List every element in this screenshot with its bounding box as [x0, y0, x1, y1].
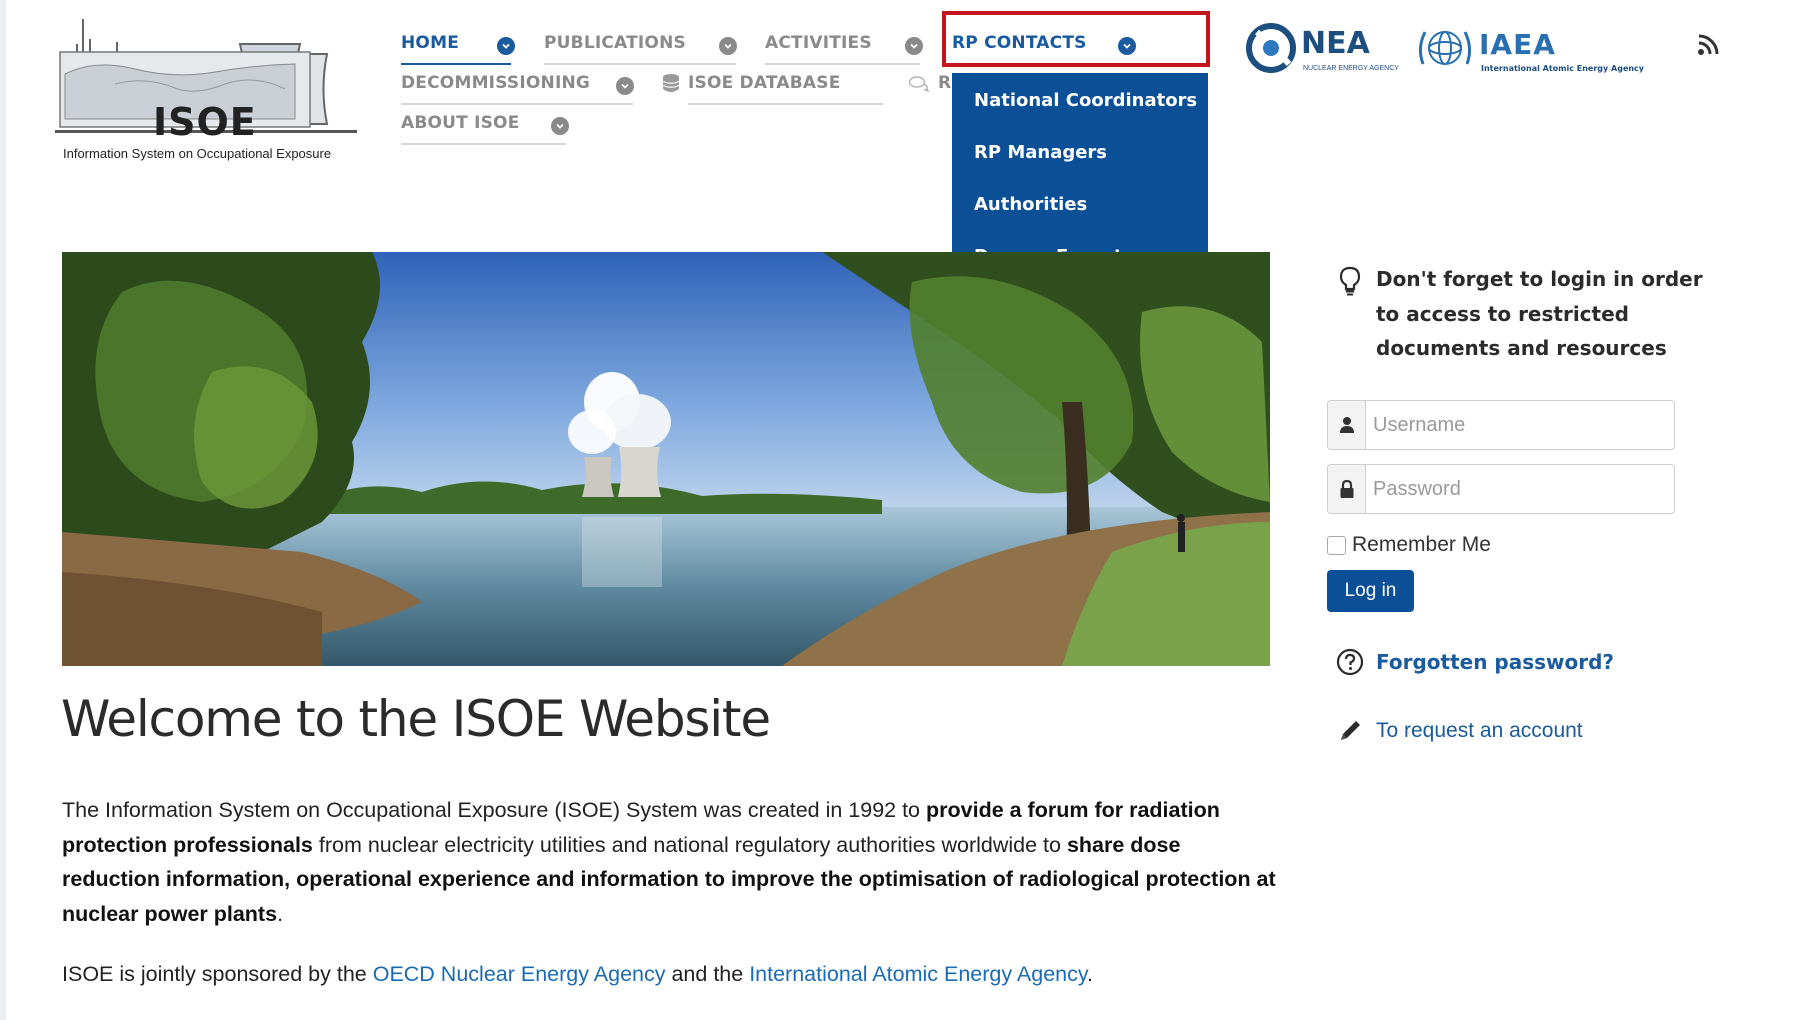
iaea-link[interactable]: International Atomic Energy Agency: [749, 962, 1087, 986]
intro-text-2: from nuclear electricity utilities and n…: [312, 832, 1067, 857]
lock-icon: [1328, 465, 1366, 513]
nav-activities[interactable]: ACTIVITIES: [765, 33, 920, 65]
nav-home[interactable]: HOME: [401, 33, 511, 65]
username-input[interactable]: [1373, 409, 1663, 441]
nav-home-underline: [401, 63, 511, 65]
hero-image: [62, 252, 1270, 666]
logo-caption: Information System on Occupational Expos…: [63, 146, 332, 161]
username-field[interactable]: [1327, 400, 1675, 450]
iaea-logo-icon: [1418, 31, 1472, 65]
remember-me-checkbox[interactable]: [1327, 535, 1346, 555]
dropdown-item-rp-managers[interactable]: RP Managers: [974, 142, 1107, 163]
nav-home-label: HOME: [401, 33, 460, 53]
nav-activities-label: ACTIVITIES: [765, 33, 872, 53]
iaea-name: IAEA: [1479, 28, 1556, 61]
nav-isoe-database-label: ISOE DATABASE: [688, 73, 841, 93]
page-left-edge: [0, 0, 6, 1020]
login-reminder: Don't forget to login in order to access…: [1376, 267, 1703, 360]
chevron-down-icon[interactable]: [719, 37, 737, 55]
password-field[interactable]: [1327, 464, 1675, 514]
intro-text-1: The Information System on Occupational E…: [62, 798, 926, 822]
highlight-box: [942, 11, 1210, 67]
nav-partial-item-label: R: [938, 73, 952, 93]
chevron-down-icon[interactable]: [905, 37, 923, 55]
nea-logo[interactable]: NEA NUCLEAR ENERGY AGENCY: [1245, 20, 1410, 78]
intro-paragraph: The Information System on Occupational E…: [62, 793, 1277, 931]
pencil-icon: [1341, 721, 1360, 740]
sponsors-text-2: and the: [665, 962, 750, 986]
nea-subtitle: NUCLEAR ENERGY AGENCY: [1303, 65, 1399, 72]
forgot-password-link[interactable]: Forgotten password?: [1376, 650, 1614, 674]
nav-decommissioning-underline: [401, 103, 633, 105]
isoe-logo[interactable]: ISOE Information System on Occupational …: [55, 14, 357, 164]
iaea-logo[interactable]: IAEA International Atomic Energy Agency: [1415, 20, 1644, 78]
nav-isoe-database[interactable]: ISOE DATABASE: [688, 73, 883, 105]
nea-logo-icon: [1246, 23, 1296, 73]
nav-publications[interactable]: PUBLICATIONS: [544, 33, 736, 65]
chevron-down-icon[interactable]: [616, 77, 634, 95]
password-input[interactable]: [1373, 473, 1663, 505]
sponsors-paragraph: ISOE is jointly sponsored by the OECD Nu…: [62, 962, 1093, 987]
nav-publications-label: PUBLICATIONS: [544, 33, 686, 53]
nav-about-isoe[interactable]: ABOUT ISOE: [401, 113, 566, 145]
request-account-link[interactable]: To request an account: [1376, 719, 1583, 743]
nea-name: NEA: [1301, 26, 1370, 61]
chevron-down-icon[interactable]: [497, 37, 515, 55]
rss-icon[interactable]: [1697, 34, 1719, 56]
logo-text: ISOE: [153, 100, 257, 144]
nav-decommissioning-label: DECOMMISSIONING: [401, 73, 591, 93]
dropdown-item-authorities[interactable]: Authorities: [974, 194, 1087, 215]
nav-decommissioning[interactable]: DECOMMISSIONING: [401, 73, 633, 105]
nav-about-isoe-underline: [401, 143, 566, 145]
intro-text-3: .: [277, 901, 284, 926]
login-button[interactable]: Log in: [1327, 570, 1414, 612]
nav-publications-underline: [544, 63, 736, 65]
remember-me[interactable]: Remember Me: [1327, 533, 1491, 557]
sponsors-text-1: ISOE is jointly sponsored by the: [62, 962, 373, 986]
page-title: Welcome to the ISOE Website: [61, 690, 771, 748]
iaea-subtitle: International Atomic Energy Agency: [1481, 64, 1645, 73]
user-icon: [1328, 401, 1366, 449]
question-icon: [1336, 648, 1364, 676]
database-icon: [662, 74, 680, 92]
chat-icon: [909, 76, 929, 92]
dropdown-item-national-coordinators[interactable]: National Coordinators: [974, 90, 1197, 111]
sponsors-text-3: .: [1087, 962, 1093, 986]
nav-activities-underline: [765, 63, 920, 65]
oecd-nea-link[interactable]: OECD Nuclear Energy Agency: [373, 962, 666, 986]
chevron-down-icon[interactable]: [551, 117, 569, 135]
nav-partial-item[interactable]: R: [938, 73, 951, 93]
nav-isoe-database-underline: [688, 103, 883, 105]
nav-about-isoe-label: ABOUT ISOE: [401, 113, 520, 133]
remember-me-label: Remember Me: [1352, 533, 1491, 556]
lightbulb-icon: [1339, 266, 1361, 296]
